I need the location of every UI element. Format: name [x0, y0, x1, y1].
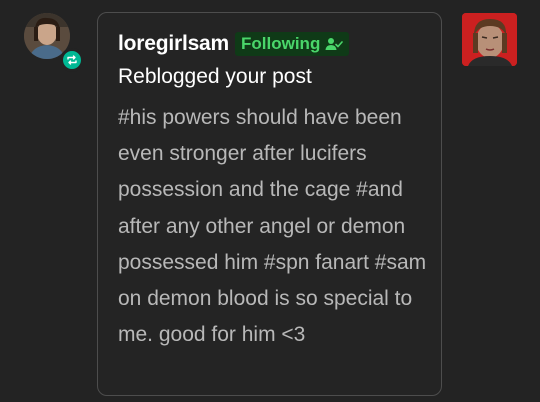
- action-text: Reblogged your post: [118, 65, 312, 88]
- user-check-icon: [325, 38, 344, 50]
- post-tags[interactable]: #his powers should have been even strong…: [118, 100, 430, 353]
- notification-screen: loregirlsam Following Reblogged your pos…: [0, 0, 540, 402]
- following-button[interactable]: Following: [235, 32, 350, 56]
- notification-card[interactable]: loregirlsam Following Reblogged your pos…: [97, 12, 442, 396]
- reblog-badge: [60, 48, 84, 72]
- post-thumbnail[interactable]: [462, 13, 517, 66]
- following-label: Following: [241, 34, 321, 53]
- username-link[interactable]: loregirlsam: [118, 32, 229, 56]
- reblog-icon: [67, 55, 77, 65]
- notification-header: loregirlsam Following: [118, 29, 350, 59]
